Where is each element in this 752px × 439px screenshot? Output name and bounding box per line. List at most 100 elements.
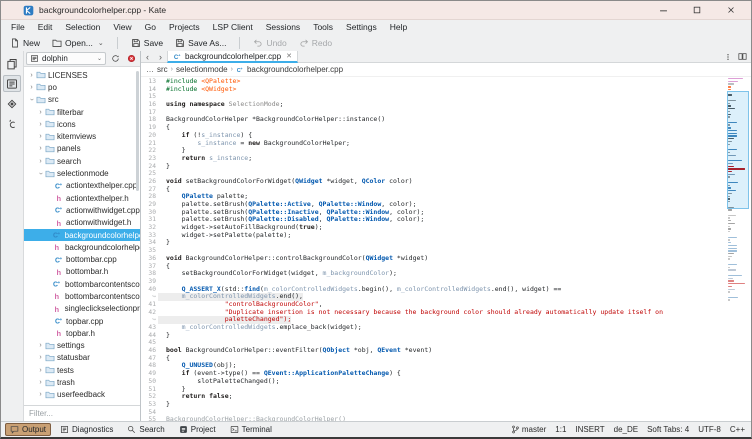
tree-item-panels[interactable]: ›panels bbox=[24, 143, 140, 155]
menu-tools[interactable]: Tools bbox=[307, 21, 339, 33]
toolview-button-search[interactable]: Search bbox=[122, 423, 169, 436]
tree-item-userfeedback[interactable]: ›userfeedback bbox=[24, 389, 140, 401]
split-view-icon[interactable] bbox=[738, 52, 747, 61]
tree-item-actionwithwidget-cpp[interactable]: C+actionwithwidget.cpp bbox=[24, 204, 140, 216]
expander-icon[interactable]: › bbox=[37, 379, 44, 386]
minimap-viewport[interactable] bbox=[727, 91, 749, 209]
tree-item-actiontexthelper-cpp[interactable]: C+actiontexthelper.cpp bbox=[24, 180, 140, 192]
expander-icon[interactable]: › bbox=[37, 133, 44, 140]
tree-item-bottombarcontentscont-[interactable]: hbottombarcontentscont... bbox=[24, 290, 140, 302]
tree-item-topbar-h[interactable]: htopbar.h bbox=[24, 327, 140, 339]
breadcrumb-item-selectionmode[interactable]: selectionmode bbox=[176, 65, 228, 74]
tree-item-search[interactable]: ›search bbox=[24, 155, 140, 167]
save-as-button[interactable]: Save As... bbox=[170, 36, 231, 50]
expander-icon[interactable]: › bbox=[37, 342, 44, 349]
status-field-1-1[interactable]: 1:1 bbox=[555, 425, 566, 434]
tree-item-backgroundcolorhelper-c-[interactable]: C+backgroundcolorhelper.c... bbox=[24, 229, 140, 241]
expander-icon[interactable]: › bbox=[37, 170, 44, 177]
expander-icon[interactable]: › bbox=[37, 145, 44, 152]
expander-icon[interactable]: › bbox=[37, 354, 44, 361]
tree-item-actiontexthelper-h[interactable]: hactiontexthelper.h bbox=[24, 192, 140, 204]
tab-backgroundcolorhelper[interactable]: C+ backgroundcolorhelper.cpp ✕ bbox=[167, 51, 298, 63]
breadcrumb-overflow-button[interactable]: … bbox=[146, 65, 154, 74]
project-close-badge[interactable] bbox=[124, 52, 138, 65]
breadcrumb-item-backgroundcolorhelper-cpp[interactable]: backgroundcolorhelper.cpp bbox=[247, 65, 343, 74]
menu-go[interactable]: Go bbox=[139, 21, 162, 33]
status-field-utf-8[interactable]: UTF-8 bbox=[698, 425, 721, 434]
status-field-insert[interactable]: INSERT bbox=[575, 425, 604, 434]
line-number: 22 bbox=[141, 147, 158, 155]
menu-selection[interactable]: Selection bbox=[59, 21, 106, 33]
toolview-git-button[interactable] bbox=[3, 95, 21, 112]
project-reload-button[interactable] bbox=[108, 52, 122, 65]
menu-sessions[interactable]: Sessions bbox=[260, 21, 307, 33]
tree-item-icons[interactable]: ›icons bbox=[24, 118, 140, 130]
open-button[interactable]: Open...⌄ bbox=[47, 36, 109, 50]
status-field-c++[interactable]: C++ bbox=[730, 425, 745, 434]
toolview-button-diagnostics[interactable]: Diagnostics bbox=[55, 423, 118, 436]
line-number: 27 bbox=[141, 186, 158, 194]
tree-item-bottombar-cpp[interactable]: C+bottombar.cpp bbox=[24, 253, 140, 265]
new-button[interactable]: New bbox=[5, 36, 45, 50]
expander-icon[interactable]: › bbox=[37, 121, 44, 128]
nav-forward-button[interactable]: › bbox=[154, 51, 167, 62]
tree-item-settings[interactable]: ›settings bbox=[24, 340, 140, 352]
document-switcher-icon[interactable] bbox=[724, 53, 732, 61]
toolview-documents-button[interactable] bbox=[3, 55, 21, 72]
save-button[interactable]: Save bbox=[126, 36, 168, 50]
tree-scrollbar[interactable] bbox=[136, 71, 139, 191]
project-selector[interactable]: dolphin ⌄ bbox=[26, 52, 106, 65]
code-area[interactable]: 13#include <QPalette>14#include <QWidget… bbox=[141, 77, 751, 421]
tree-item-topbar-cpp[interactable]: C+topbar.cpp bbox=[24, 315, 140, 327]
tree-filter-input[interactable] bbox=[24, 409, 140, 418]
tab-close-icon[interactable]: ✕ bbox=[286, 52, 292, 60]
tree-item-statusbar[interactable]: ›statusbar bbox=[24, 352, 140, 364]
status-field-de-de[interactable]: de_DE bbox=[614, 425, 638, 434]
menu-lsp-client[interactable]: LSP Client bbox=[207, 21, 259, 33]
menu-projects[interactable]: Projects bbox=[163, 21, 206, 33]
menu-edit[interactable]: Edit bbox=[32, 21, 59, 33]
maximize-button[interactable] bbox=[691, 4, 703, 16]
tree-item-selectionmode[interactable]: ›selectionmode bbox=[24, 167, 140, 179]
tree-item-bottombar-h[interactable]: hbottombar.h bbox=[24, 266, 140, 278]
toolview-symbols-button[interactable] bbox=[3, 115, 21, 132]
tree-item-tests[interactable]: ›tests bbox=[24, 364, 140, 376]
toolview-button-output[interactable]: Output bbox=[5, 423, 51, 436]
tree-item-bottombarcontentscont-[interactable]: C+bottombarcontentscont... bbox=[24, 278, 140, 290]
tree-item-filterbar[interactable]: ›filterbar bbox=[24, 106, 140, 118]
expander-icon[interactable]: › bbox=[28, 72, 35, 79]
toolview-buttons: Output Diagnostics Search Project Terminal bbox=[5, 423, 277, 436]
status-field-soft-tabs-4[interactable]: Soft Tabs: 4 bbox=[647, 425, 689, 434]
toolview-button-project[interactable]: Project bbox=[174, 423, 221, 436]
chevron-down-icon[interactable]: ⌄ bbox=[98, 39, 104, 47]
tree-item-licenses[interactable]: ›LICENSES bbox=[24, 69, 140, 81]
code-text: } bbox=[158, 239, 170, 247]
expander-icon[interactable]: › bbox=[37, 158, 44, 165]
expander-icon[interactable]: › bbox=[37, 391, 44, 398]
menu-help[interactable]: Help bbox=[384, 21, 413, 33]
scrollbar-minimap[interactable] bbox=[728, 78, 749, 421]
status-field-master[interactable]: master bbox=[511, 425, 546, 434]
menu-file[interactable]: File bbox=[5, 21, 31, 33]
nav-back-button[interactable]: ‹ bbox=[141, 51, 154, 62]
menu-settings[interactable]: Settings bbox=[340, 21, 383, 33]
menu-view[interactable]: View bbox=[107, 21, 137, 33]
expander-icon[interactable]: › bbox=[37, 109, 44, 116]
tree-item-trash[interactable]: ›trash bbox=[24, 376, 140, 388]
toolview-button-terminal[interactable]: Terminal bbox=[225, 423, 277, 436]
breadcrumb-item-src[interactable]: src bbox=[157, 65, 168, 74]
tree-item-po[interactable]: ›po bbox=[24, 81, 140, 93]
expander-icon[interactable]: › bbox=[28, 96, 35, 103]
undo-button[interactable]: Undo bbox=[248, 36, 291, 50]
tree-item-singleclickselectionproxy-[interactable]: hsingleclickselectionproxy... bbox=[24, 303, 140, 315]
tree-item-kitemviews[interactable]: ›kitemviews bbox=[24, 130, 140, 142]
expander-icon[interactable]: › bbox=[28, 84, 35, 91]
expander-icon[interactable]: › bbox=[37, 367, 44, 374]
minimize-button[interactable] bbox=[657, 4, 669, 16]
toolview-projects-button[interactable] bbox=[3, 75, 21, 92]
close-button[interactable] bbox=[725, 4, 737, 16]
tree-item-actionwithwidget-h[interactable]: hactionwithwidget.h bbox=[24, 217, 140, 229]
redo-button[interactable]: Redo bbox=[294, 36, 337, 50]
tree-item-backgroundcolorhelper-h[interactable]: hbackgroundcolorhelper.h bbox=[24, 241, 140, 253]
tree-item-src[interactable]: ›src bbox=[24, 94, 140, 106]
